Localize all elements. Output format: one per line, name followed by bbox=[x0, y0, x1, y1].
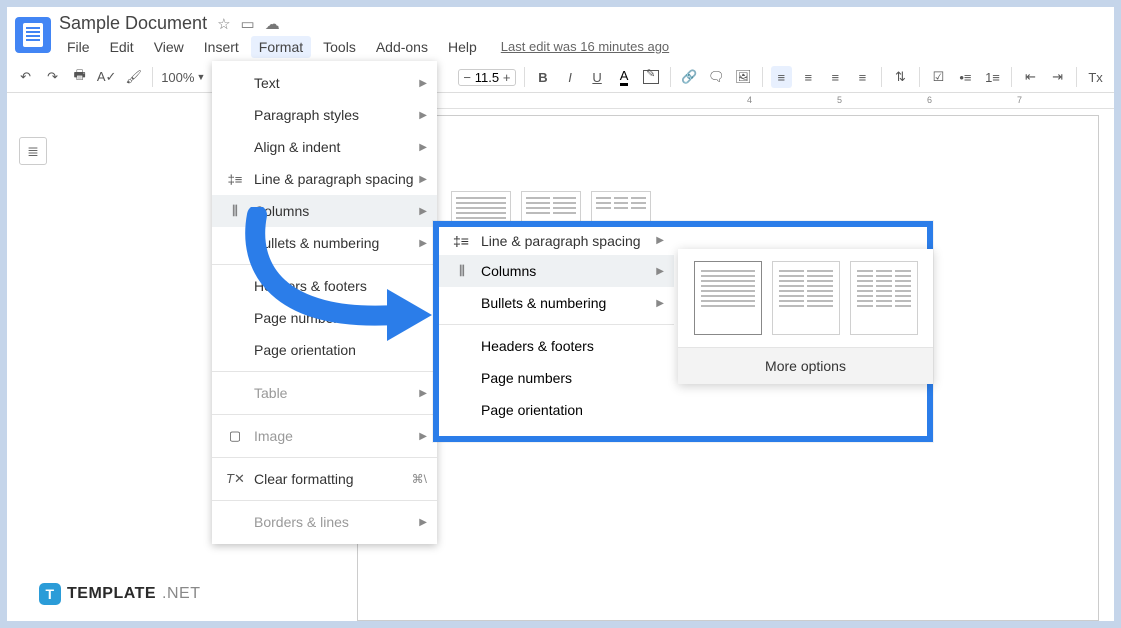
format-page-numbers[interactable]: Page numbers bbox=[212, 302, 437, 334]
format-table[interactable]: Table▶ bbox=[212, 377, 437, 409]
ruler: 1 4 5 6 7 bbox=[357, 93, 1114, 109]
columns-option-3[interactable] bbox=[850, 261, 918, 335]
image-icon[interactable]: 🖼 bbox=[733, 66, 754, 88]
cloud-icon[interactable]: ☁ bbox=[265, 15, 280, 33]
format-columns[interactable]: ⫼Columns▶ bbox=[212, 195, 437, 227]
tutorial-overlay: ‡≡Line & paragraph spacing▶ ⫼Columns▶ Bu… bbox=[433, 221, 933, 442]
outline-toggle-icon[interactable]: ≣ bbox=[19, 137, 47, 165]
format-align-indent[interactable]: Align & indent▶ bbox=[212, 131, 437, 163]
ov-bullets[interactable]: Bullets & numbering▶ bbox=[439, 287, 674, 319]
columns-option-1[interactable] bbox=[694, 261, 762, 335]
undo-icon[interactable]: ↶ bbox=[15, 66, 36, 88]
ov-orient[interactable]: Page orientation bbox=[439, 394, 674, 426]
document-title[interactable]: Sample Document bbox=[59, 13, 207, 34]
dedent-icon[interactable]: ⇤ bbox=[1020, 66, 1041, 88]
format-clear-formatting[interactable]: T✕Clear formatting⌘\ bbox=[212, 463, 437, 495]
numbered-list-icon[interactable]: 1≡ bbox=[982, 66, 1003, 88]
menu-tools[interactable]: Tools bbox=[315, 36, 364, 58]
columns-submenu: More options bbox=[678, 249, 933, 384]
highlight-button[interactable] bbox=[641, 66, 662, 88]
indent-icon[interactable]: ⇥ bbox=[1047, 66, 1068, 88]
menu-view[interactable]: View bbox=[146, 36, 192, 58]
watermark-icon: T bbox=[39, 583, 61, 605]
menu-help[interactable]: Help bbox=[440, 36, 485, 58]
align-left-icon[interactable]: ≡ bbox=[771, 66, 792, 88]
menu-bar: File Edit View Insert Format Tools Add-o… bbox=[59, 36, 677, 58]
star-icon[interactable]: ☆ bbox=[217, 15, 230, 33]
menu-format[interactable]: Format bbox=[251, 36, 311, 58]
ov-columns[interactable]: ⫼Columns▶ bbox=[439, 255, 674, 287]
line-spacing-icon[interactable]: ⇅ bbox=[890, 66, 911, 88]
link-icon[interactable]: 🔗 bbox=[679, 66, 700, 88]
checklist-icon[interactable]: ☑ bbox=[928, 66, 949, 88]
font-size-input[interactable]: − + bbox=[458, 69, 515, 86]
format-line-spacing[interactable]: ‡≡Line & paragraph spacing▶ bbox=[212, 163, 437, 195]
menu-file[interactable]: File bbox=[59, 36, 98, 58]
overlay-menu: ‡≡Line & paragraph spacing▶ ⫼Columns▶ Bu… bbox=[439, 227, 674, 436]
ov-line-spacing[interactable]: ‡≡Line & paragraph spacing▶ bbox=[439, 227, 674, 255]
watermark: T TEMPLATE .NET bbox=[39, 583, 200, 605]
docs-logo[interactable] bbox=[15, 17, 51, 53]
bold-button[interactable]: B bbox=[532, 66, 553, 88]
menu-edit[interactable]: Edit bbox=[102, 36, 142, 58]
format-page-orientation[interactable]: Page orientation bbox=[212, 334, 437, 366]
zoom-select[interactable]: 100% ▼ bbox=[161, 70, 205, 85]
format-headers-footers[interactable]: Headers & footers bbox=[212, 270, 437, 302]
ov-pagenum[interactable]: Page numbers bbox=[439, 362, 674, 394]
text-color-button[interactable]: A bbox=[614, 66, 635, 88]
format-image[interactable]: ▢Image▶ bbox=[212, 420, 437, 452]
format-text[interactable]: Text▶ bbox=[212, 67, 437, 99]
format-bullets-numbering[interactable]: Bullets & numbering▶ bbox=[212, 227, 437, 259]
spellcheck-icon[interactable]: A✓ bbox=[96, 66, 117, 88]
format-dropdown: Text▶ Paragraph styles▶ Align & indent▶ … bbox=[212, 61, 437, 544]
menu-addons[interactable]: Add-ons bbox=[368, 36, 436, 58]
ov-headers[interactable]: Headers & footers bbox=[439, 330, 674, 362]
watermark-net: .NET bbox=[162, 585, 200, 603]
columns-option-2[interactable] bbox=[772, 261, 840, 335]
align-right-icon[interactable]: ≡ bbox=[825, 66, 846, 88]
watermark-brand: TEMPLATE bbox=[67, 585, 156, 603]
align-justify-icon[interactable]: ≡ bbox=[852, 66, 873, 88]
menu-insert[interactable]: Insert bbox=[196, 36, 247, 58]
print-icon[interactable]: 🖶 bbox=[69, 66, 90, 88]
bulleted-list-icon[interactable]: •≡ bbox=[955, 66, 976, 88]
last-edit-link[interactable]: Last edit was 16 minutes ago bbox=[493, 36, 677, 58]
columns-more-options[interactable]: More options bbox=[678, 348, 933, 384]
paint-format-icon[interactable]: 🖌 bbox=[123, 66, 144, 88]
redo-icon[interactable]: ↷ bbox=[42, 66, 63, 88]
clear-format-icon[interactable]: Tx bbox=[1085, 66, 1106, 88]
italic-button[interactable]: I bbox=[560, 66, 581, 88]
format-paragraph-styles[interactable]: Paragraph styles▶ bbox=[212, 99, 437, 131]
comment-icon[interactable]: 🗨 bbox=[706, 66, 727, 88]
move-icon[interactable]: ▭ bbox=[241, 15, 255, 33]
align-center-icon[interactable]: ≡ bbox=[798, 66, 819, 88]
underline-button[interactable]: U bbox=[587, 66, 608, 88]
format-borders-lines[interactable]: Borders & lines▶ bbox=[212, 506, 437, 538]
toolbar: ↶ ↷ 🖶 A✓ 🖌 100% ▼ − + B I U A 🔗 🗨 🖼 ≡ ≡ … bbox=[7, 62, 1114, 93]
title-bar: Sample Document ☆ ▭ ☁ File Edit View Ins… bbox=[7, 7, 1114, 58]
